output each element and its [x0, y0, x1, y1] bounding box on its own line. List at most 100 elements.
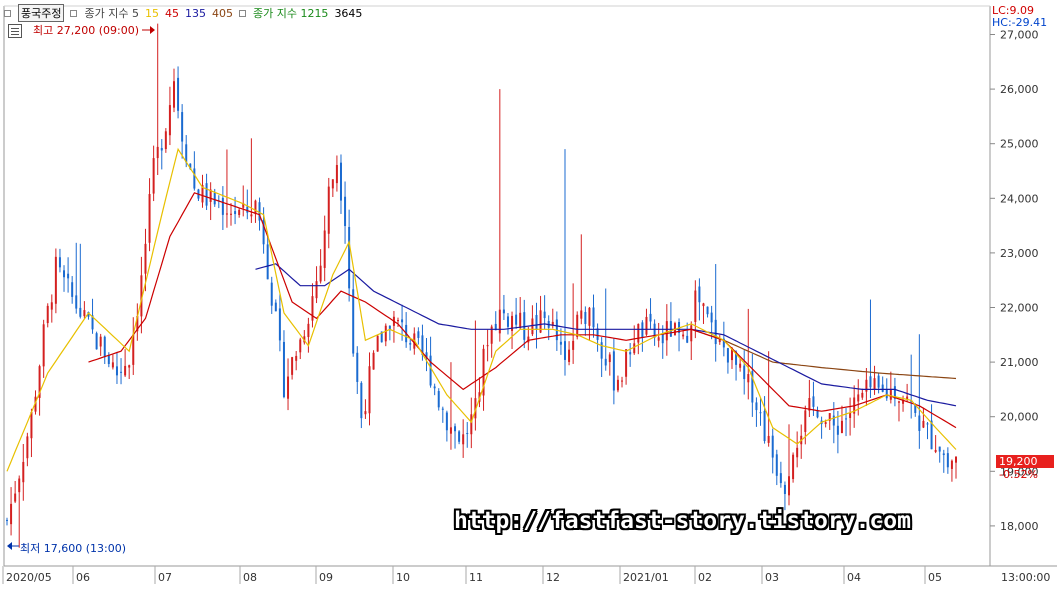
candle-body: [230, 213, 233, 215]
candle-body: [877, 375, 880, 388]
candle-body: [99, 336, 102, 347]
candle-body: [63, 270, 66, 278]
candle-body: [832, 415, 835, 426]
candle-body: [458, 431, 461, 442]
candle-body: [160, 147, 163, 151]
candle-body: [616, 379, 619, 391]
candle-body: [254, 200, 257, 215]
candle-body: [881, 384, 884, 392]
candle-body: [148, 194, 151, 243]
legend-box-icon: [70, 9, 78, 17]
candle-body: [372, 352, 375, 370]
candle-body: [238, 209, 241, 215]
candle-body: [368, 366, 371, 414]
candle-body: [543, 311, 546, 319]
candle-body: [111, 362, 114, 368]
candle-body: [604, 358, 607, 366]
legend-box-icon: [238, 9, 246, 17]
candle-body: [152, 158, 155, 194]
candle-body: [67, 273, 70, 279]
x-tick-label: 03: [765, 571, 779, 584]
candle-body: [836, 425, 839, 435]
candle-body: [409, 343, 412, 345]
candle-body: [788, 476, 791, 496]
candle-body: [576, 314, 579, 338]
price-chart[interactable]: 27,000 26,000 25,000 24,000 23,000 22,000 21,0…: [0, 0, 1057, 591]
candle-body: [335, 164, 338, 184]
candle-body: [755, 402, 758, 411]
candle-body: [291, 357, 294, 375]
candle-body: [861, 392, 864, 398]
list-icon[interactable]: [8, 24, 22, 38]
candle-body: [942, 453, 945, 456]
candle-body: [563, 341, 566, 360]
candle-body: [486, 345, 489, 347]
candle-body: [506, 316, 509, 327]
candle-body: [645, 316, 648, 335]
candle-body: [75, 295, 78, 309]
candle-body: [250, 214, 253, 217]
candle-body: [103, 336, 106, 358]
candle-body: [185, 144, 188, 163]
candle-body: [897, 401, 900, 403]
candle-body: [950, 460, 953, 469]
candle-body: [955, 456, 957, 463]
stock-name[interactable]: 풍국주정: [18, 4, 65, 22]
y-tick-label: 25,000: [1000, 138, 1039, 151]
candle-body: [466, 433, 469, 435]
candle-body: [128, 365, 131, 368]
candle-body: [177, 77, 180, 111]
candle-body: [759, 412, 762, 414]
candle-body: [287, 376, 290, 399]
candle-body: [779, 473, 782, 484]
candle-body: [54, 256, 57, 304]
candle-body: [348, 226, 351, 289]
candle-body: [172, 81, 175, 108]
candle-body: [26, 436, 29, 459]
candle-body: [30, 412, 33, 439]
candle-body: [682, 334, 685, 337]
candle-body: [946, 453, 949, 468]
x-tick-label: 2021/01: [623, 571, 669, 584]
x-tick-label: 06: [76, 571, 90, 584]
candle-body: [796, 447, 799, 458]
x-tick-label: 11: [469, 571, 483, 584]
x-tick-label: 04: [847, 571, 861, 584]
candle-body: [339, 162, 342, 201]
y-tick-label: 20,000: [1000, 411, 1039, 424]
candle-body: [608, 354, 611, 363]
candle-body: [885, 389, 888, 399]
candle-body: [10, 503, 13, 525]
candle-body: [710, 312, 713, 323]
candle-body: [873, 378, 876, 390]
candle-body: [869, 376, 872, 388]
candle-body: [344, 196, 347, 227]
current-price-badge: 19,200: [996, 455, 1054, 468]
candle-body: [698, 286, 701, 303]
candle-body: [588, 307, 591, 326]
candle-body: [441, 408, 444, 410]
candle-body: [702, 303, 705, 307]
candle-body: [266, 244, 269, 280]
ma2-label: 종가 지수 1215: [252, 7, 329, 20]
candle-body: [449, 427, 452, 434]
candle-body: [384, 325, 387, 342]
candle-body: [429, 355, 432, 386]
candle-body: [307, 323, 310, 338]
ma-135: 135: [184, 6, 206, 20]
candle-body: [739, 363, 742, 368]
candle-body: [124, 365, 127, 376]
candle-body: [360, 382, 363, 419]
candle-body: [812, 396, 815, 407]
high-price-label: 최고 27,200 (09:00): [33, 24, 140, 37]
x-tick-label: 13:00:00: [1001, 571, 1050, 584]
candle-body: [417, 331, 420, 338]
low-price-label: 최저 17,600 (13:00): [20, 542, 127, 555]
candle-body: [6, 519, 8, 521]
ma-label: 종가 지수 5: [84, 7, 139, 20]
candle-body: [531, 318, 534, 335]
candle-body: [454, 426, 457, 432]
candle-body: [641, 322, 644, 338]
candle-body: [889, 389, 892, 400]
y-tick-label: 26,000: [1000, 83, 1039, 96]
